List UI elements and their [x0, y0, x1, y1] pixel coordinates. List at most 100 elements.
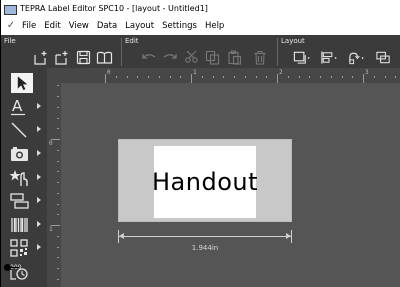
menu-edit[interactable]: Edit: [44, 21, 60, 31]
ruler-tick: [255, 76, 257, 78]
ruler-tick: [57, 171, 59, 173]
line-tool[interactable]: [9, 120, 41, 140]
object-toolbox: A 000: [1, 68, 47, 287]
ruler-label: 2: [279, 69, 283, 76]
paste-button[interactable]: [226, 49, 243, 65]
menu-settings[interactable]: Settings: [162, 21, 197, 31]
ruler-tick: [212, 76, 214, 78]
qrcode-tool-icon: [10, 239, 28, 257]
ruler-tick: [57, 128, 59, 130]
menu-system-icon[interactable]: ✓: [4, 20, 18, 32]
ruler-tick: [57, 85, 59, 87]
undo-button[interactable]: [140, 49, 157, 65]
open-button[interactable]: [96, 49, 113, 65]
redo-button[interactable]: [161, 49, 178, 65]
vertical-ruler: 01: [47, 84, 61, 287]
ruler-tick: [277, 74, 278, 83]
ribbon-group-layout-label: Layout: [281, 37, 305, 45]
rotate-icon: [349, 52, 364, 64]
group-button[interactable]: [375, 49, 392, 65]
ruler-tick: [287, 76, 289, 78]
delete-icon: [254, 50, 265, 65]
ruler-tick: [57, 96, 59, 97]
select-tool[interactable]: [11, 73, 33, 93]
align-button[interactable]: [320, 49, 337, 65]
print-area[interactable]: Handout: [152, 146, 258, 218]
group-icon: [376, 51, 390, 63]
ruler-tick: [115, 76, 117, 78]
ribbon-toolbar: File Edit Layout: [1, 35, 400, 68]
ruler-tick: [320, 76, 321, 78]
ruler-tick: [148, 76, 149, 78]
shape-tool[interactable]: [9, 191, 41, 211]
ruler-tick: [57, 160, 59, 162]
rotate-button[interactable]: [347, 49, 364, 65]
length-dimension-line: [118, 236, 292, 237]
object-size-icon: [293, 51, 310, 64]
chevron-right-icon: [37, 103, 41, 109]
ruler-tick: [57, 278, 59, 280]
undo-icon: [141, 54, 155, 59]
ruler-tick: [373, 76, 375, 78]
arrow-left-icon: [119, 233, 124, 239]
barcode-tool[interactable]: [9, 215, 41, 235]
shape-tool-icon: [10, 193, 29, 209]
cut-button[interactable]: [183, 49, 200, 65]
ruler-tick: [57, 182, 59, 183]
chevron-right-icon: [37, 126, 41, 132]
menu-view[interactable]: View: [69, 21, 89, 31]
label-length-readout: 1.944in: [191, 244, 219, 252]
image-tool-icon: [11, 147, 28, 161]
ruler-tick: [126, 76, 128, 78]
text-tool[interactable]: A: [9, 97, 41, 117]
timestamp-tool[interactable]: 000: [9, 261, 35, 281]
ruler-tick: [57, 214, 59, 216]
ruler-label: 1: [49, 226, 53, 233]
qrcode-tool[interactable]: [9, 238, 41, 258]
ruler-label: 3: [365, 69, 369, 76]
menu-layout[interactable]: Layout: [125, 21, 154, 31]
clipart-tool[interactable]: [9, 168, 41, 188]
ruler-tick: [395, 76, 397, 78]
ruler-tick: [57, 192, 59, 194]
ruler-tick: [180, 76, 182, 78]
ruler-tick: [309, 76, 311, 78]
arrow-right-icon: [286, 233, 291, 239]
barcode-tool-icon: [11, 218, 28, 232]
new-from-template-button[interactable]: [53, 49, 70, 65]
redo-icon: [163, 54, 177, 59]
ruler-tick: [191, 74, 192, 83]
menu-help[interactable]: Help: [205, 21, 224, 31]
layout-canvas[interactable]: Handout 1.944in: [61, 84, 400, 287]
menu-file[interactable]: File: [22, 21, 36, 31]
menu-data[interactable]: Data: [97, 21, 117, 31]
object-size-button[interactable]: [293, 49, 310, 65]
label-tape[interactable]: Handout: [118, 139, 292, 222]
new-icon: [33, 50, 46, 65]
horizontal-ruler: 0 1 2 3: [47, 68, 400, 84]
ruler-tick: [223, 76, 225, 78]
image-tool[interactable]: [9, 144, 41, 164]
timestamp-tool-icon: 000: [10, 264, 28, 280]
chevron-right-icon: [37, 174, 41, 180]
title-bar: TEPRA Label Editor SPC10 - [layout - Unt…: [1, 0, 400, 17]
ruler-tick: [105, 74, 106, 83]
ruler-tick: [266, 76, 268, 78]
ruler-tick: [363, 74, 364, 83]
menu-bar: ✓ File Edit View Data Layout Settings He…: [1, 17, 400, 35]
new-from-template-icon: [54, 50, 67, 65]
ruler-tick: [330, 76, 332, 78]
clipart-tool-icon: [9, 170, 28, 186]
ruler-tick: [169, 76, 171, 78]
ruler-label: 0: [107, 69, 111, 76]
open-book-icon: [96, 51, 113, 64]
ribbon-separator: [277, 38, 278, 66]
label-text-object[interactable]: Handout: [152, 146, 258, 218]
copy-button[interactable]: [204, 49, 221, 65]
new-button[interactable]: [32, 49, 49, 65]
ruler-tick: [57, 106, 59, 108]
ruler-tick: [384, 76, 386, 78]
save-button[interactable]: [75, 49, 92, 65]
delete-button[interactable]: [251, 49, 268, 65]
copy-icon: [205, 50, 220, 65]
